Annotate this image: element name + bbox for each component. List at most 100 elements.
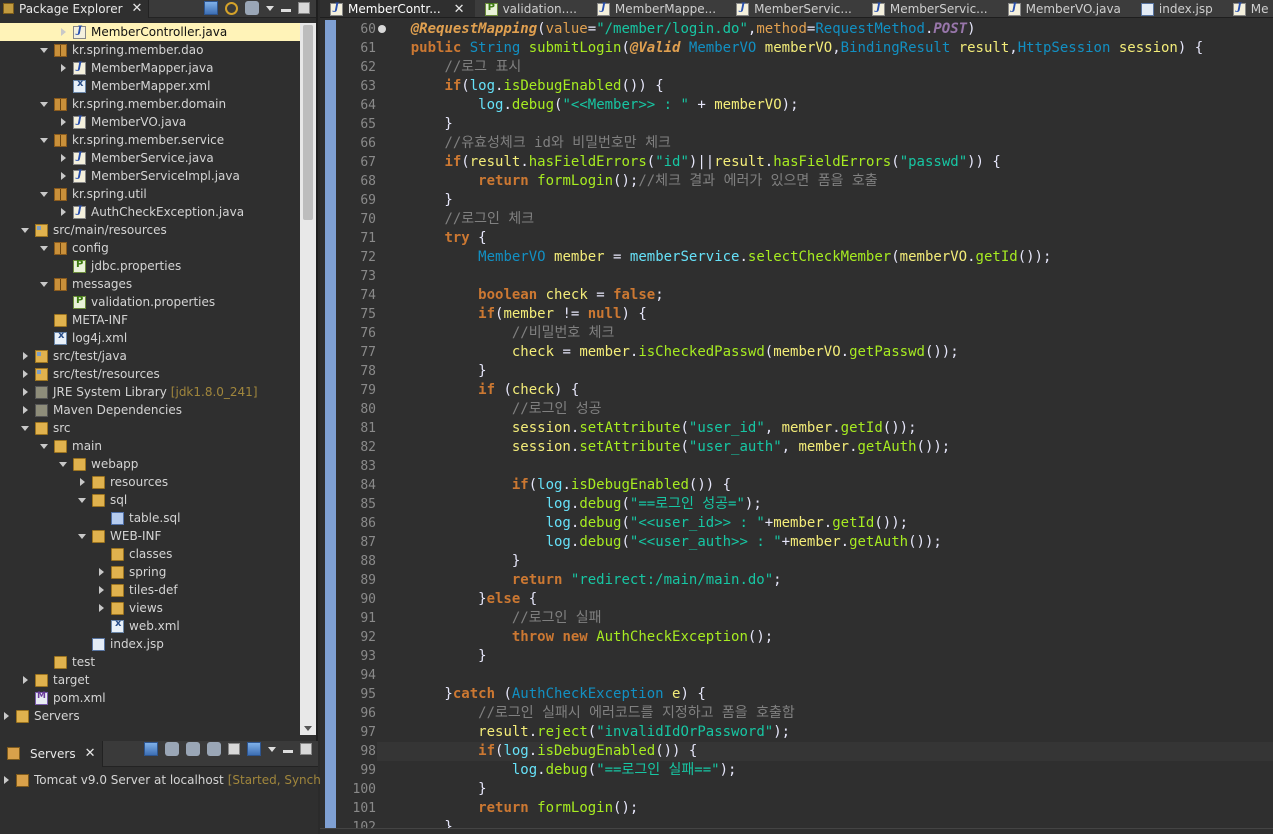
code-line[interactable]: }else { <box>377 590 1273 609</box>
collapse-icon[interactable] <box>76 527 88 545</box>
code-line[interactable]: if (check) { <box>377 381 1273 400</box>
collapse-icon[interactable] <box>38 41 50 59</box>
collapse-icon[interactable] <box>76 491 88 509</box>
editor-tab[interactable]: MemberVO.java <box>998 0 1131 17</box>
code-line[interactable]: MemberVO member = memberService.selectCh… <box>377 248 1273 267</box>
expand-icon[interactable] <box>0 771 12 789</box>
tree-item[interactable]: MemberMapper.java <box>0 59 300 77</box>
code-line[interactable]: log.debug("==로그인 성공="); <box>377 495 1273 514</box>
tree-item[interactable]: config <box>0 239 300 257</box>
expand-icon[interactable] <box>19 383 31 401</box>
collapse-icon[interactable] <box>19 419 31 437</box>
tree-item[interactable]: src/main/resources <box>0 221 300 239</box>
tree-item[interactable]: webapp <box>0 455 300 473</box>
code-line[interactable]: //유효성체크 id와 비밀번호만 체크 <box>377 134 1273 153</box>
new-server-icon[interactable] <box>144 742 158 756</box>
code-line[interactable]: if(result.hasFieldErrors("id")||result.h… <box>377 153 1273 172</box>
expand-icon[interactable] <box>95 581 107 599</box>
expand-icon[interactable] <box>0 707 12 725</box>
code-line[interactable] <box>377 267 1273 286</box>
tree-item[interactable]: spring <box>0 563 300 581</box>
code-line[interactable]: @RequestMapping(value="/member/login.do"… <box>377 20 1273 39</box>
tree-item[interactable]: test <box>0 653 300 671</box>
code-line[interactable]: boolean check = false; <box>377 286 1273 305</box>
tree-item[interactable]: src/test/java <box>0 347 300 365</box>
code-line[interactable]: log.debug("==로그인 실패=="); <box>377 761 1273 780</box>
scrollbar-thumb[interactable] <box>303 25 313 220</box>
expand-icon[interactable] <box>57 113 69 131</box>
expand-icon[interactable] <box>19 347 31 365</box>
expand-icon[interactable] <box>19 365 31 383</box>
expand-icon[interactable] <box>19 671 31 689</box>
code-line[interactable]: if(member != null) { <box>377 305 1273 324</box>
editor-tab[interactable]: index.jsp <box>1131 0 1223 17</box>
tree-item[interactable]: MemberVO.java <box>0 113 300 131</box>
code-line[interactable]: } <box>377 115 1273 134</box>
editor-tab[interactable]: Me <box>1223 0 1273 17</box>
code-line[interactable]: log.debug("<<Member>> : " + memberVO); <box>377 96 1273 115</box>
tree-item[interactable]: META-INF <box>0 311 300 329</box>
code-line[interactable]: if(log.isDebugEnabled()) { <box>377 77 1273 96</box>
editor-tab[interactable]: MemberServic... <box>726 0 862 17</box>
view-menu-icon[interactable] <box>268 746 276 752</box>
tree-item[interactable]: pom.xml <box>0 689 300 707</box>
expand-icon[interactable] <box>57 167 69 185</box>
tree-item[interactable]: sql <box>0 491 300 509</box>
code-area[interactable]: @RequestMapping(value="/member/login.do"… <box>377 20 1273 834</box>
tree-item[interactable]: messages <box>0 275 300 293</box>
code-line[interactable] <box>377 666 1273 685</box>
code-line[interactable]: //로그인 성공 <box>377 400 1273 419</box>
tree-item[interactable]: validation.properties <box>0 293 300 311</box>
tree-item[interactable]: target <box>0 671 300 689</box>
collapse-icon[interactable] <box>57 455 69 473</box>
tree-item[interactable]: MemberService.java <box>0 149 300 167</box>
tree-item[interactable]: kr.spring.member.domain <box>0 95 300 113</box>
expand-icon[interactable] <box>57 149 69 167</box>
close-icon[interactable]: ✕ <box>454 2 465 17</box>
start-server-icon[interactable] <box>186 742 200 756</box>
profile-server-icon[interactable] <box>207 742 221 756</box>
code-line[interactable]: session. setAttribute("user_auth", member… <box>377 438 1273 457</box>
tree-item[interactable]: WEB-INF <box>0 527 300 545</box>
collapse-all-icon[interactable] <box>204 1 218 15</box>
editor-tab[interactable]: MemberServic... <box>862 0 998 17</box>
code-line[interactable]: //로그인 실패 <box>377 609 1273 628</box>
collapse-icon[interactable] <box>38 239 50 257</box>
close-icon[interactable]: ✕ <box>132 1 143 16</box>
stop-server-icon[interactable] <box>228 743 240 755</box>
code-line[interactable]: return "redirect:/main/main.do"; <box>377 571 1273 590</box>
editor-tab[interactable]: validation.... <box>475 0 587 17</box>
tree-item[interactable]: table.sql <box>0 509 300 527</box>
tree-item[interactable]: jdbc.properties <box>0 257 300 275</box>
code-line[interactable]: return formLogin();//체크 결과 에러가 있으면 폼을 호출 <box>377 172 1273 191</box>
horizontal-scrollbar[interactable] <box>320 828 1273 834</box>
collapse-icon[interactable] <box>19 221 31 239</box>
tree-item[interactable]: src/test/resources <box>0 365 300 383</box>
link-with-editor-icon[interactable] <box>225 1 238 15</box>
tree-item[interactable]: JRE System Library [jdk1.8.0_241] <box>0 383 300 401</box>
collapse-icon[interactable] <box>38 437 50 455</box>
code-line[interactable]: check = member.isCheckedPasswd(memberVO.… <box>377 343 1273 362</box>
code-line[interactable]: //로그인 체크 <box>377 210 1273 229</box>
code-line[interactable]: } <box>377 362 1273 381</box>
code-line[interactable]: } <box>377 191 1273 210</box>
code-line[interactable]: try { <box>377 229 1273 248</box>
expand-icon[interactable] <box>57 23 69 41</box>
scroll-down-icon[interactable] <box>304 726 312 731</box>
code-line[interactable]: if(log.isDebugEnabled()) { <box>377 742 1273 761</box>
tree-item[interactable]: MemberController.java <box>0 23 300 41</box>
close-icon[interactable]: ✕ <box>85 746 96 761</box>
maximize-icon[interactable] <box>300 743 312 755</box>
tree-item[interactable]: views <box>0 599 300 617</box>
code-line[interactable]: throw new AuthCheckException(); <box>377 628 1273 647</box>
tree-item[interactable]: kr.spring.member.dao <box>0 41 300 59</box>
tree-item[interactable]: kr.spring.member.service <box>0 131 300 149</box>
tree-item[interactable]: tiles-def <box>0 581 300 599</box>
tree-item[interactable]: web.xml <box>0 617 300 635</box>
editor-tab[interactable]: MemberMappe... <box>587 0 726 17</box>
collapse-icon[interactable] <box>38 275 50 293</box>
code-line[interactable]: public String submitLogin(@Valid MemberV… <box>377 39 1273 58</box>
tree-item[interactable]: kr.spring.util <box>0 185 300 203</box>
tree-item[interactable]: MemberServiceImpl.java <box>0 167 300 185</box>
code-line[interactable]: //로그 표시 <box>377 58 1273 77</box>
